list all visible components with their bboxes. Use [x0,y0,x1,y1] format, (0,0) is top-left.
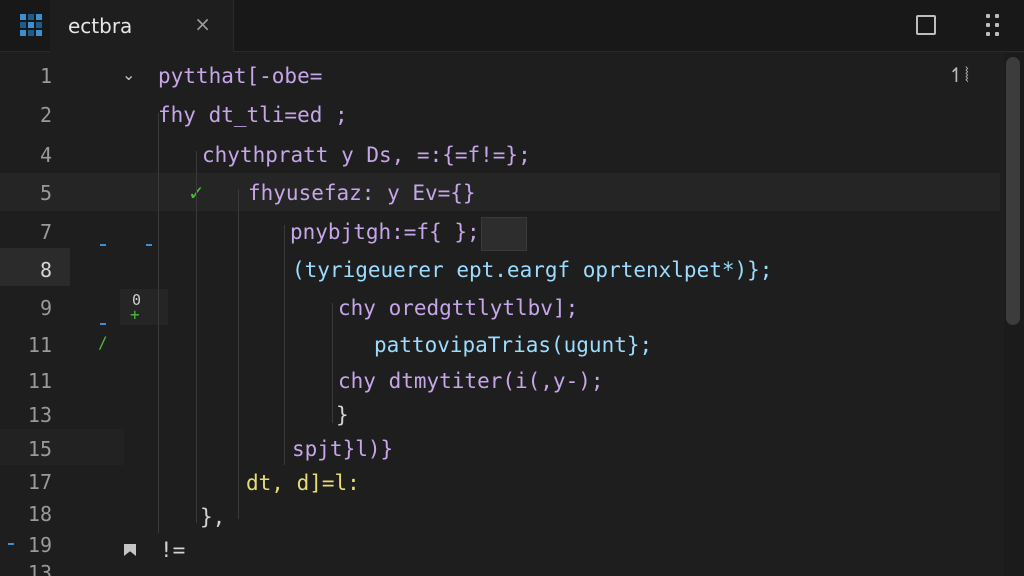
bookmark-icon[interactable] [124,544,136,556]
code-line[interactable]: != [160,540,185,561]
line-number: 17 [27,470,52,494]
change-marker[interactable]: 0 + [120,289,168,325]
line-number: 19 [27,533,52,557]
line-number-active: 8 [39,258,52,282]
current-line-highlight [0,173,1000,211]
indent-guide [238,189,239,519]
diff-indicator [8,543,14,545]
line-number: 11 [27,369,52,393]
line-number: 13 [27,561,52,576]
line-number: 9 [39,296,52,320]
diff-indicator [100,244,106,246]
code-line[interactable]: pytthat[-obe= [158,66,322,87]
line-number: 2 [39,103,52,127]
code-line[interactable]: }, [200,507,225,528]
code-line[interactable]: } [336,405,349,426]
line-number: 5 [39,181,52,205]
code-line[interactable]: dt, d]=l: [246,473,360,494]
tab-active-file[interactable]: ectbra × [50,0,234,52]
indent-guide [284,225,285,465]
maximize-icon[interactable] [916,15,936,35]
tab-title: ectbra [68,14,133,38]
diff-indicator: / [98,333,108,352]
tab-bar: ectbra × [0,0,1024,52]
line-number: 1 [39,64,52,88]
app-grid-icon[interactable] [20,14,42,36]
code-line[interactable]: fhy dt_tli=ed ; [158,105,348,126]
indent-guide [196,151,197,523]
editor-window: ectbra × 1 2 4 5 7 8 9 11 11 13 15 17 18… [0,0,1024,576]
scrollbar-thumb[interactable] [1006,57,1020,325]
code-line[interactable]: fhyusefaz: y Ev={} [248,183,476,204]
line-number: 4 [39,143,52,167]
plus-icon: + [130,305,140,324]
code-line[interactable]: spjt}l)} [292,439,393,460]
diff-indicator [146,244,152,246]
code-line[interactable]: pattovipaTrias(ugunt}; [374,335,652,356]
selection-highlight [481,217,527,251]
grip-dots-icon[interactable] [986,14,1002,36]
split-editor-icon[interactable]: ↿⦚ [948,63,969,87]
line-number: 15 [27,437,52,461]
code-line[interactable]: chythpratt y Ds, =:{=f!=}; [202,145,531,166]
diff-indicator [100,323,106,325]
code-editor[interactable]: 1 2 4 5 7 8 9 11 11 13 15 17 18 19 13 ⌄ … [0,53,1024,576]
code-line[interactable]: pnybjtgh:=f{ }; [290,222,480,243]
indent-guide [158,113,159,533]
indent-guide [332,303,333,423]
line-number: 7 [39,220,52,244]
line-number: 11 [27,333,52,357]
code-line[interactable]: (tyrigeuerer ept.eargf oprtenxlpet*)}; [292,260,772,281]
line-number: 18 [27,502,52,526]
close-icon[interactable]: × [194,12,211,36]
code-line[interactable]: chy dtmytiter(i(,y-); [338,371,604,392]
chevron-down-icon[interactable]: ⌄ [122,65,135,84]
code-line[interactable]: chy oredgttlytlbv]; [338,298,578,319]
line-number: 13 [27,403,52,427]
